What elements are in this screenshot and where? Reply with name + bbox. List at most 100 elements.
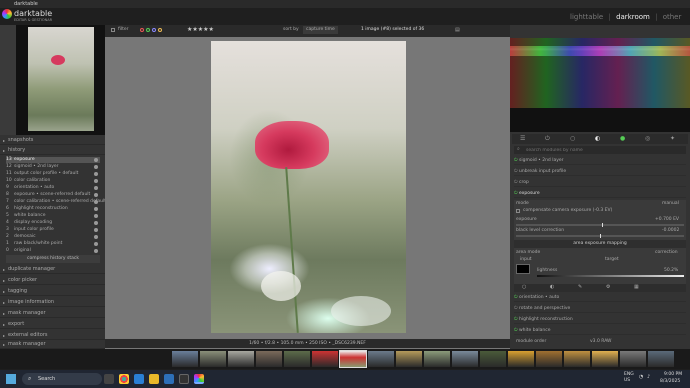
drawn-mask-icon[interactable]: ✎ [578, 284, 582, 290]
app-icon[interactable] [179, 374, 189, 384]
effect-group-icon[interactable]: ✦ [670, 135, 675, 142]
color-label-red-icon[interactable] [140, 28, 144, 32]
mask-off-icon[interactable]: ○ [522, 284, 526, 290]
filmstrip-thumbnail[interactable] [480, 351, 506, 367]
compress-history-button[interactable]: compress history stack [6, 255, 100, 263]
module-image-information[interactable]: image information [0, 298, 105, 307]
filmstrip-thumbnail[interactable] [312, 351, 338, 367]
filmstrip-thumbnail[interactable] [536, 351, 562, 367]
module-mask-manager-2[interactable]: mask manager [0, 340, 105, 349]
filmstrip-thumbnail[interactable] [396, 351, 422, 367]
module-orientation[interactable]: ⏻ orientation • auto [514, 293, 686, 302]
history-item[interactable]: 11 output color profile • default [6, 171, 100, 177]
outlook-icon[interactable] [164, 374, 174, 384]
black-level-slider[interactable] [516, 234, 684, 238]
collapse-icon[interactable]: ▤ [455, 27, 460, 33]
view-lighttable[interactable]: lighttable [570, 13, 603, 21]
filmstrip-thumbnail[interactable] [620, 351, 646, 367]
history-item[interactable]: 7 color calibration • scene-referred defa… [6, 199, 106, 205]
rating-stars[interactable]: ★★★★★ [187, 26, 214, 33]
history-item[interactable]: 5 white balance [6, 213, 100, 219]
module-highlight-reconstruction[interactable]: ⏻ highlight reconstruction [514, 315, 686, 324]
module-order-value[interactable]: v3.0 RAW [590, 339, 611, 344]
sort-dropdown[interactable]: capture time [303, 26, 338, 34]
input-color-swatch[interactable] [516, 264, 530, 274]
snapshots-header[interactable]: snapshots [0, 136, 105, 145]
windows-start-icon[interactable] [6, 374, 16, 384]
filmstrip-thumbnail[interactable] [284, 351, 310, 367]
area-mode-dropdown[interactable]: correction [655, 250, 678, 255]
taskbar-date[interactable]: 8/3/2025 [660, 379, 680, 384]
history-item[interactable]: 4 display encoding [6, 220, 100, 226]
history-item[interactable]: 0 original [6, 248, 100, 254]
filmstrip-thumbnail[interactable] [648, 351, 674, 367]
taskbar-time[interactable]: 9:00 PM [664, 372, 682, 377]
filmstrip-thumbnail[interactable] [592, 351, 618, 367]
color-label-yellow-icon[interactable] [158, 28, 162, 32]
history-item[interactable]: 3 input color profile [6, 227, 100, 233]
module-exposure[interactable]: ⏻ exposure [514, 189, 686, 198]
history-item[interactable]: 6 highlight reconstruction [6, 206, 100, 212]
raster-mask-icon[interactable]: ▦ [634, 284, 639, 290]
module-rotate-perspective[interactable]: ⏻ rotate and perspective [514, 304, 686, 313]
uniform-mask-icon[interactable]: ◐ [550, 284, 554, 290]
exposure-slider-handle[interactable] [602, 223, 603, 227]
parametric-mask-icon[interactable]: ⚙ [606, 284, 610, 290]
main-photo[interactable] [211, 41, 406, 333]
color-label-green-icon[interactable] [146, 28, 150, 32]
history-item[interactable]: 1 raw black/white point [6, 241, 100, 247]
history-item[interactable]: 10 color calibration [6, 178, 100, 184]
color-label-blue-icon[interactable] [152, 28, 156, 32]
histogram-waveform[interactable] [510, 38, 690, 132]
navigation-preview[interactable] [16, 25, 106, 135]
module-sigmoid[interactable]: ⏻ sigmoid • 2nd layer [514, 156, 686, 165]
volume-icon[interactable]: ♪ [647, 374, 650, 380]
module-unbreak-input[interactable]: ⏻ unbreak input profile [514, 167, 686, 176]
taskbar-region[interactable]: US [624, 378, 630, 383]
history-item[interactable]: 8 exposure • scene-referred default [6, 192, 100, 198]
filmstrip-thumbnail[interactable] [564, 351, 590, 367]
module-white-balance[interactable]: ⏻ white balance [514, 326, 686, 335]
history-item[interactable]: 9 orientation • auto [6, 185, 100, 191]
filmstrip-thumbnail[interactable] [200, 351, 226, 367]
lightness-slider[interactable] [537, 275, 684, 277]
history-item[interactable]: 2 demosaic [6, 234, 100, 240]
darktable-taskbar-icon[interactable] [194, 374, 204, 384]
exposure-slider[interactable] [516, 223, 684, 227]
chrome-icon[interactable] [119, 374, 129, 384]
filmstrip-thumbnail[interactable] [452, 351, 478, 367]
edge-icon[interactable] [134, 374, 144, 384]
filmstrip-thumbnail[interactable] [339, 350, 367, 368]
filmstrip-thumbnail[interactable] [256, 351, 282, 367]
compensate-checkbox[interactable] [516, 209, 520, 213]
module-mask-manager[interactable]: mask manager [0, 309, 105, 318]
wifi-icon[interactable]: ◔ [639, 374, 643, 380]
history-header[interactable]: history [0, 146, 105, 155]
view-darkroom[interactable]: darkroom [616, 13, 650, 21]
module-export[interactable]: export [0, 320, 105, 329]
black-level-slider-handle[interactable] [600, 234, 601, 238]
filmstrip-thumbnail[interactable] [228, 351, 254, 367]
module-color-picker[interactable]: color picker [0, 276, 105, 285]
tone-group-icon[interactable]: ◐ [595, 135, 600, 142]
base-group-icon[interactable]: ○ [570, 135, 575, 142]
module-search-input[interactable] [514, 146, 686, 154]
module-crop[interactable]: ⏻ crop [514, 178, 686, 187]
filmstrip-thumbnail[interactable] [508, 351, 534, 367]
history-item[interactable]: 13 exposure [6, 157, 100, 163]
filmstrip-thumbnail[interactable] [172, 351, 198, 367]
area-exposure-header[interactable]: area exposure mapping [514, 240, 686, 248]
filmstrip-thumbnail[interactable] [424, 351, 450, 367]
view-other[interactable]: other [663, 13, 682, 21]
quick-access-icon[interactable]: ☰ [520, 135, 525, 142]
filter-icon[interactable] [111, 28, 115, 32]
module-external-editors[interactable]: external editors [0, 331, 105, 340]
file-explorer-icon[interactable] [149, 374, 159, 384]
task-view-icon[interactable] [104, 374, 114, 384]
taskbar-search[interactable]: ⌕ Search [22, 373, 102, 385]
history-item[interactable]: 12 sigmoid • 2nd layer [6, 164, 100, 170]
filmstrip-thumbnail[interactable] [368, 351, 394, 367]
mode-dropdown[interactable]: manual [662, 201, 679, 206]
correct-group-icon[interactable]: ◎ [645, 135, 650, 142]
taskbar-lang[interactable]: ENG [624, 372, 634, 377]
